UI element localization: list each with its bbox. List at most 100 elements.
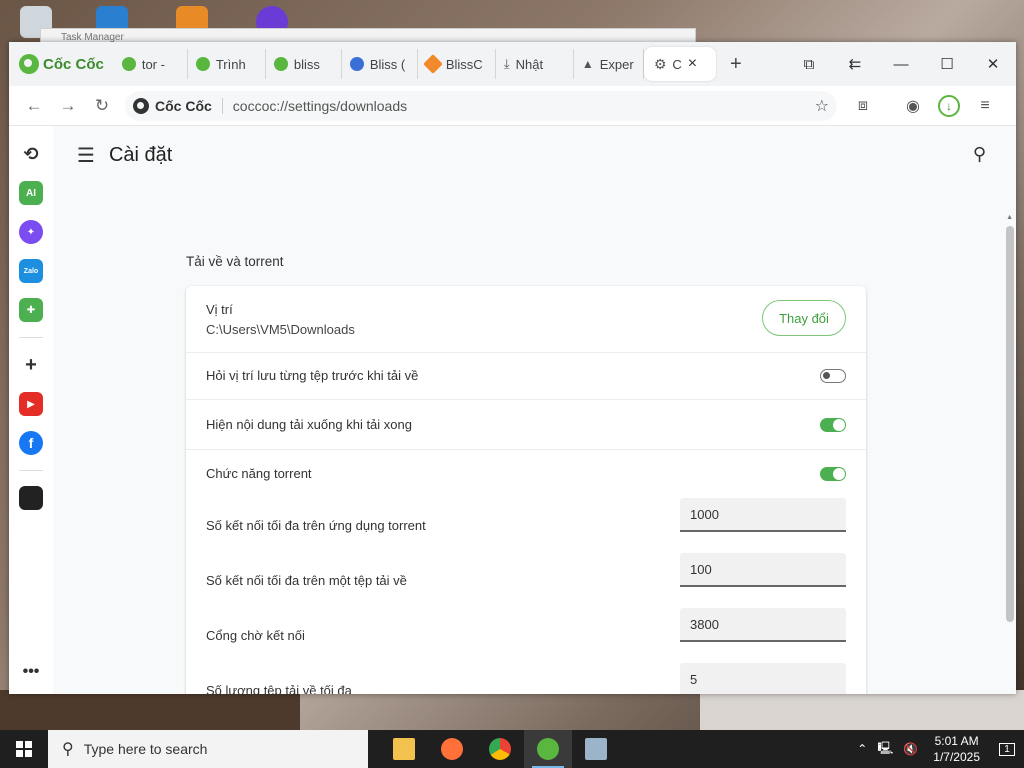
scrollbar-thumb[interactable] xyxy=(1006,226,1014,622)
toolbar-actions: ⧈ ◉ ↓ ≡ xyxy=(845,89,1003,123)
more-icon[interactable]: ••• xyxy=(19,660,43,684)
minimize-button[interactable]: — xyxy=(878,56,924,73)
tab-3[interactable]: bliss xyxy=(266,49,342,79)
ask-location-label: Hỏi vị trí lưu từng tệp trước khi tải về xyxy=(206,368,419,383)
close-window-button[interactable]: ✕ xyxy=(970,55,1016,73)
tab-label: Trình xyxy=(215,56,246,72)
coccoc-2024-icon[interactable] xyxy=(19,486,43,510)
max-downloads-label: Số lượng tệp tải về tối đa xyxy=(206,683,352,694)
tab-label: BlissC xyxy=(445,56,483,72)
downloads-icon[interactable]: ↓ xyxy=(938,94,960,117)
history-icon[interactable]: ⟲ xyxy=(19,142,43,166)
tab-favicon-icon xyxy=(195,57,210,71)
coccoc-logo-icon xyxy=(19,54,39,74)
taskbar-search[interactable]: ⚲ Type here to search xyxy=(48,730,368,768)
notification-count: 1 xyxy=(999,742,1015,756)
tab-label: tor - xyxy=(141,56,165,72)
tab-favicon-icon xyxy=(422,54,443,74)
clock[interactable]: 5:01 AM 1/7/2025 xyxy=(923,733,990,765)
add-icon[interactable]: + xyxy=(19,353,43,377)
hamburger-menu-icon[interactable]: ☰ xyxy=(77,143,95,168)
messenger-icon[interactable]: ✦ xyxy=(19,220,43,244)
file-explorer-icon[interactable] xyxy=(380,730,428,768)
taskbar: ⚲ Type here to search ⌃ 🖳 🔇 5:01 AM 1/7/… xyxy=(0,730,1024,768)
location-row: Vị trí C:\Users\VM5\Downloads Thay đổi xyxy=(186,286,866,350)
show-downloads-row[interactable]: Hiện nội dung tải xuống khi tải xong xyxy=(186,400,866,450)
tab-strip: tor - Trình bliss Bliss ( BlissC ⤓ Nhật xyxy=(114,42,750,86)
torrent-label: Chức năng torrent xyxy=(206,466,312,481)
tab-list-icon[interactable]: ⇇ xyxy=(832,55,878,73)
tab-4[interactable]: Bliss ( xyxy=(342,49,418,79)
game-icon[interactable]: ✚ xyxy=(19,298,43,322)
taskbar-search-placeholder: Type here to search xyxy=(83,741,208,757)
downloads-settings-card: Vị trí C:\Users\VM5\Downloads Thay đổi H… xyxy=(186,286,866,694)
show-downloads-toggle[interactable] xyxy=(820,418,846,432)
tab-favicon-icon xyxy=(349,57,364,71)
tab-6[interactable]: ⤓ Nhật xyxy=(496,49,574,79)
clock-date: 1/7/2025 xyxy=(933,750,980,764)
coccoc-logo-icon xyxy=(133,97,149,114)
tab-settings[interactable]: ⚙ C × xyxy=(643,47,716,81)
sidebar-divider xyxy=(19,470,43,471)
zalo-icon[interactable]: Zalo xyxy=(19,259,43,283)
youtube-icon[interactable]: ▶ xyxy=(19,392,43,416)
bookmark-star-icon[interactable]: ☆ xyxy=(815,96,829,116)
url-text[interactable]: coccoc://settings/downloads xyxy=(233,98,815,114)
browser-window: Cốc Cốc tor - Trình bliss Bliss ( BlissC xyxy=(9,42,1016,694)
address-bar[interactable]: Cốc Cốc coccoc://settings/downloads ☆ xyxy=(125,90,837,121)
show-downloads-label: Hiện nội dung tải xuống khi tải xong xyxy=(206,417,412,432)
chrome-icon[interactable] xyxy=(476,730,524,768)
clock-time: 5:01 AM xyxy=(934,734,979,748)
volume-muted-icon[interactable]: 🔇 xyxy=(898,742,923,756)
max-conn-file-input[interactable]: 100 xyxy=(680,553,846,587)
start-button[interactable] xyxy=(0,730,48,768)
tab-7[interactable]: ▲ Exper xyxy=(574,49,644,79)
close-tab-icon[interactable]: × xyxy=(688,55,697,73)
search-icon: ⚲ xyxy=(62,741,74,758)
max-downloads-input[interactable]: 5 xyxy=(680,663,846,694)
network-icon[interactable]: 🖳 xyxy=(872,739,898,760)
toolbar: ← → ↻ Cốc Cốc coccoc://settings/download… xyxy=(9,86,1016,126)
chevron-up-icon[interactable]: ⌃ xyxy=(852,742,872,756)
coccoc-taskbar-icon[interactable] xyxy=(524,730,572,768)
maximize-button[interactable]: ☐ xyxy=(924,55,970,73)
page-title: Cài đặt xyxy=(108,143,173,166)
gear-icon: ⚙ xyxy=(653,55,667,72)
torrent-row[interactable]: Chức năng torrent xyxy=(186,450,866,498)
title-bar: Cốc Cốc tor - Trình bliss Bliss ( BlissC xyxy=(9,42,1016,86)
side-panel: ⟲ AI ✦ Zalo ✚ + ▶ f ••• xyxy=(9,126,53,694)
search-settings-icon[interactable]: ⚲ xyxy=(973,144,986,165)
tab-2[interactable]: Trình xyxy=(188,49,266,79)
windows-logo-icon xyxy=(16,741,32,757)
listen-port-row: Cổng chờ kết nối 3800 xyxy=(186,608,866,663)
extensions-icon[interactable]: ⧈ xyxy=(845,89,881,123)
change-location-button[interactable]: Thay đổi xyxy=(762,300,846,336)
menu-icon[interactable]: ≡ xyxy=(967,89,1003,123)
tab-search-icon[interactable]: ⧉ xyxy=(786,56,832,73)
notifications-icon[interactable]: 1 xyxy=(990,742,1024,756)
new-tab-button[interactable]: + xyxy=(722,50,750,78)
tab-5[interactable]: BlissC xyxy=(418,49,496,79)
browser-brand[interactable]: Cốc Cốc xyxy=(9,42,114,86)
tab-favicon-icon xyxy=(273,57,288,71)
tab-label: Nhật xyxy=(515,56,544,72)
torrent-toggle[interactable] xyxy=(820,467,846,481)
listen-port-input[interactable]: 3800 xyxy=(680,608,846,642)
tab-label: C xyxy=(672,56,682,72)
tab-1[interactable]: tor - xyxy=(114,49,188,79)
window-controls: ⧉ ⇇ — ☐ ✕ xyxy=(786,42,1016,86)
profile-icon[interactable]: ◉ xyxy=(895,89,931,123)
ask-location-row[interactable]: Hỏi vị trí lưu từng tệp trước khi tải về xyxy=(186,352,866,400)
facebook-icon[interactable]: f xyxy=(19,431,43,455)
brand-label: Cốc Cốc xyxy=(43,55,104,73)
max-conn-app-label: Số kết nối tối đa trên ứng dụng torrent xyxy=(206,518,426,533)
firefox-icon[interactable] xyxy=(428,730,476,768)
scroll-up-arrow-icon[interactable]: ▲ xyxy=(1006,214,1013,221)
reload-button[interactable]: ↻ xyxy=(85,89,119,123)
back-button[interactable]: ← xyxy=(17,89,51,123)
forward-button[interactable]: → xyxy=(51,89,85,123)
ask-location-toggle[interactable] xyxy=(820,369,846,383)
ai-icon[interactable]: AI xyxy=(19,181,43,205)
task-manager-taskbar-icon[interactable] xyxy=(572,730,620,768)
max-conn-app-input[interactable]: 1000 xyxy=(680,498,846,532)
